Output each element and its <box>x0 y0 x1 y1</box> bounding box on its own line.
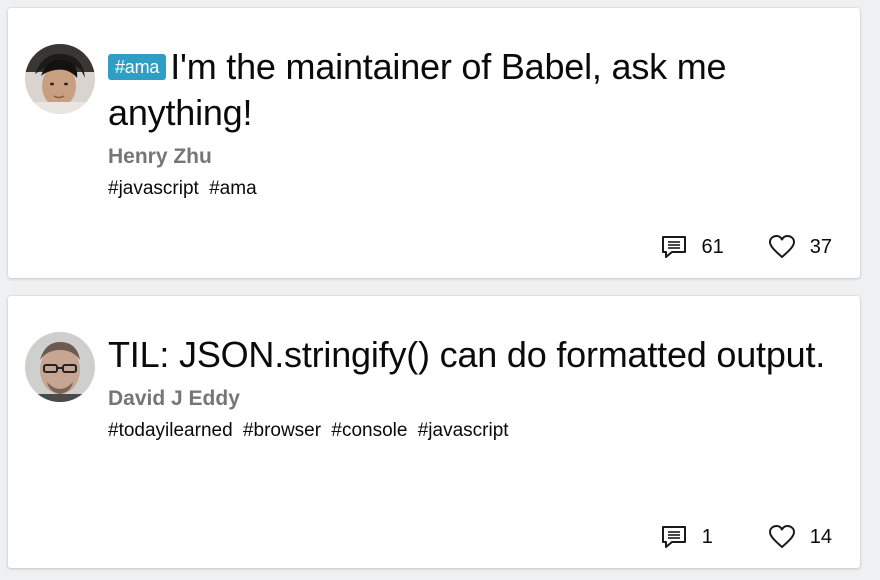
tag-link[interactable]: #todayilearned <box>108 420 233 441</box>
tag-list: #todayilearned #browser #console #javasc… <box>108 418 840 444</box>
comments-count: 1 <box>701 525 713 548</box>
tag-link[interactable]: #javascript <box>108 178 199 199</box>
reactions-bar: 1 14 <box>660 524 832 550</box>
author-avatar[interactable] <box>25 44 95 114</box>
tag-link[interactable]: #ama <box>209 178 257 199</box>
author-name[interactable]: Henry Zhu <box>108 144 840 170</box>
author-name[interactable]: David J Eddy <box>108 386 840 412</box>
comments-count: 61 <box>701 235 724 258</box>
author-avatar[interactable] <box>25 332 95 402</box>
comment-icon <box>661 526 686 548</box>
heart-icon <box>768 525 795 548</box>
likes-count: 37 <box>809 235 832 258</box>
tag-link[interactable]: #javascript <box>418 420 509 441</box>
tag-list: #javascript #ama <box>108 176 840 202</box>
tag-link[interactable]: #console <box>331 420 407 441</box>
heart-icon <box>768 235 795 258</box>
tag-link[interactable]: #browser <box>243 420 321 441</box>
comments-button[interactable]: 61 <box>660 234 724 260</box>
like-button[interactable]: 14 <box>768 524 832 550</box>
article-title-text[interactable]: TIL: JSON.stringify() can do formatted o… <box>108 334 825 375</box>
avatar-photo-icon <box>25 332 95 402</box>
article-title[interactable]: #ama I'm the maintainer of Babel, ask me … <box>108 44 840 136</box>
like-button[interactable]: 37 <box>768 234 832 260</box>
ama-badge[interactable]: #ama <box>108 54 167 80</box>
article-title-text[interactable]: I'm the maintainer of Babel, ask me anyt… <box>108 46 727 133</box>
comments-button[interactable]: 1 <box>660 524 724 550</box>
reactions-bar: 61 37 <box>660 234 832 260</box>
avatar-photo-icon <box>25 44 95 114</box>
article-card[interactable]: #ama I'm the maintainer of Babel, ask me … <box>8 8 860 278</box>
article-card[interactable]: TIL: JSON.stringify() can do formatted o… <box>8 296 860 568</box>
article-title[interactable]: TIL: JSON.stringify() can do formatted o… <box>108 332 840 378</box>
comment-icon <box>661 236 686 258</box>
likes-count: 14 <box>809 525 832 548</box>
